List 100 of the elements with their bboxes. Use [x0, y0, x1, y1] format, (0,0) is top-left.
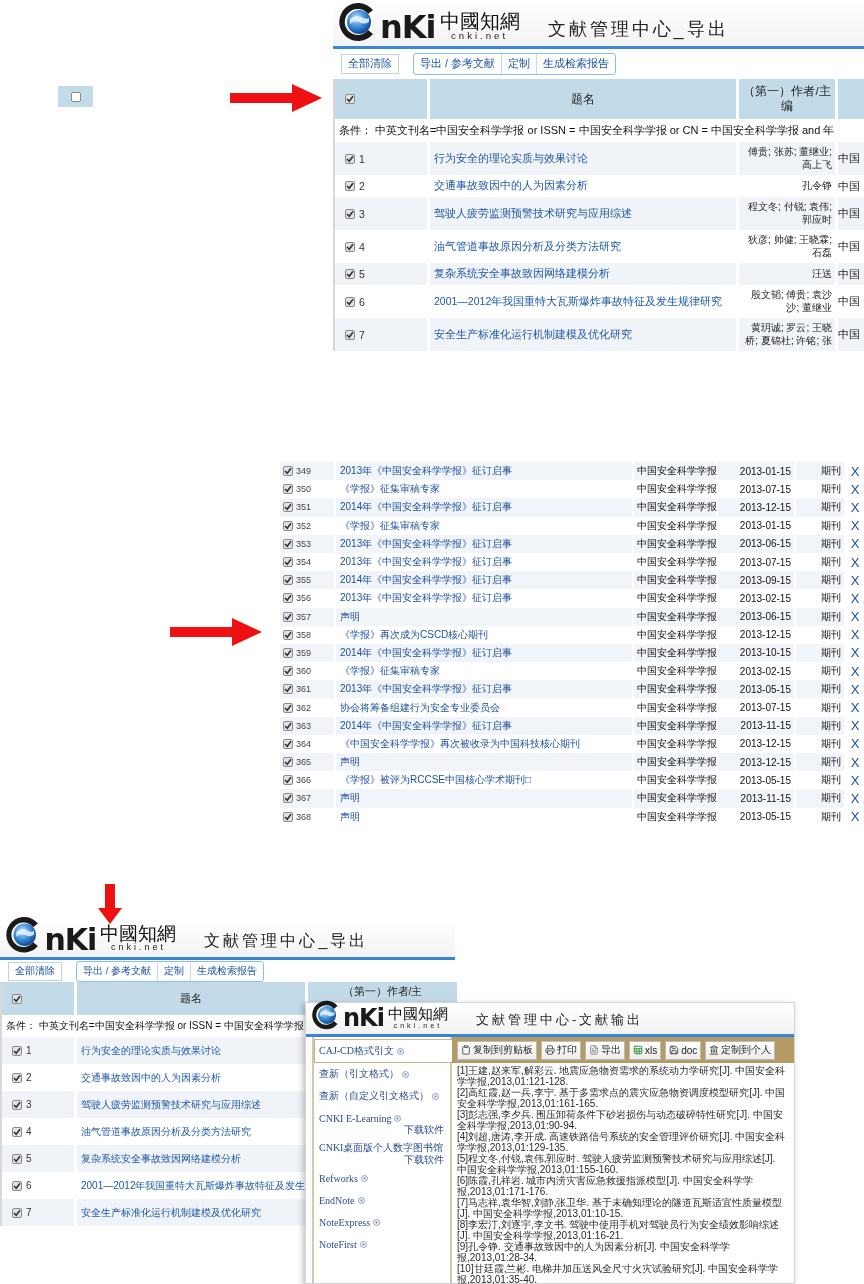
checkbox[interactable] — [283, 647, 293, 658]
row-number: 1 — [359, 152, 365, 165]
checkbox[interactable] — [345, 153, 355, 164]
delete-button[interactable]: X — [846, 498, 864, 517]
format-option[interactable]: CAJ-CD格式引文 — [314, 1039, 454, 1063]
checkbox[interactable] — [283, 775, 293, 786]
toolbar-button[interactable]: 生成检索报告 — [190, 961, 263, 981]
title-link[interactable]: 行为安全的理论实质与效果讨论 — [430, 142, 736, 175]
checkbox[interactable] — [12, 1072, 22, 1083]
reference-entry: [4]刘超,唐涛,李开成. 高速铁路信号系统的安全管理评价研究[J]. 中国安全科学学报,2013,01:129-135. — [457, 1132, 787, 1153]
checkbox[interactable] — [283, 575, 293, 586]
title-link[interactable]: 复杂系统安全事故致因网络建模分析 — [77, 1145, 305, 1172]
toolbar-button[interactable]: 复制到剪贴板 — [457, 1040, 537, 1060]
checkbox[interactable] — [345, 94, 355, 104]
title-link[interactable]: 安全生产标准化运行机制建模及优化研究 — [430, 318, 736, 351]
title-link[interactable]: 2013年《中国安全科学学报》征订启事 — [336, 680, 634, 699]
toolbar-button[interactable]: xls — [629, 1040, 662, 1060]
delete-button[interactable]: X — [846, 516, 864, 535]
checkbox[interactable] — [12, 1045, 22, 1056]
toolbar-button[interactable]: 导出 / 参考文献 — [77, 961, 158, 981]
toolbar-button[interactable]: 导出 — [585, 1040, 625, 1060]
checkbox[interactable] — [283, 666, 293, 677]
title-link[interactable]: 2013年《中国安全科学学报》征订启事 — [336, 462, 634, 481]
delete-button[interactable]: X — [846, 716, 864, 735]
title-link[interactable]: 驾驶人疲劳监测预警技术研究与应用综述 — [430, 197, 736, 230]
checkbox[interactable] — [283, 757, 293, 768]
checkbox[interactable] — [283, 738, 293, 749]
checkbox[interactable] — [283, 702, 293, 713]
clear-all-button[interactable]: 全部清除 — [8, 961, 62, 981]
checkbox[interactable] — [283, 593, 293, 604]
logo-chinese: 中國知網 — [100, 924, 177, 944]
title-link[interactable]: 声明 — [336, 753, 634, 772]
delete-button[interactable]: X — [846, 552, 864, 572]
checkbox[interactable] — [12, 1099, 22, 1110]
toolbar-button[interactable]: 打印 — [541, 1040, 581, 1060]
delete-button[interactable]: X — [846, 680, 864, 699]
page-title: 文献管理中心_导出 — [204, 931, 369, 951]
delete-button[interactable]: X — [846, 625, 864, 644]
reference-entry: [6]陈霞,孔祥岩. 城市内涝灾害应急救援指派模型[J]. 中国安全科学学报,2013,01:171-176. — [457, 1176, 754, 1197]
checkbox[interactable] — [283, 611, 293, 622]
author-cell: 傅贵; 张苏; 董继业; 高上飞 — [739, 142, 835, 175]
title-link[interactable]: 2014年《中国安全科学学报》征订启事 — [336, 571, 634, 590]
toolbar-button[interactable]: 定制 — [157, 961, 191, 981]
checkbox[interactable] — [283, 793, 293, 804]
delete-button[interactable]: X — [846, 662, 864, 681]
author-cell: 程文冬; 付锐; 袁伟; 郭应时 — [739, 197, 835, 230]
checkbox[interactable] — [345, 296, 355, 307]
checkbox[interactable] — [283, 484, 293, 495]
checkbox[interactable] — [283, 720, 293, 731]
checkbox[interactable] — [283, 520, 293, 531]
row-number: 356 — [296, 593, 312, 604]
checkbox[interactable] — [70, 91, 81, 102]
toolbar-button[interactable]: doc — [665, 1040, 702, 1060]
title-link[interactable]: 声明 — [336, 789, 634, 808]
toolbar-button[interactable]: 导出 / 参考文献 — [414, 54, 502, 74]
checkbox[interactable] — [283, 538, 293, 549]
delete-button[interactable]: X — [846, 480, 864, 499]
checkbox[interactable] — [12, 1207, 22, 1218]
checkbox[interactable] — [283, 502, 293, 513]
checkbox[interactable] — [283, 466, 293, 477]
title-link[interactable]: 安全生产标准化运行机制建模及优化研究 — [77, 1199, 305, 1226]
checkbox[interactable] — [345, 181, 355, 191]
checkbox[interactable] — [345, 241, 355, 252]
row-number: 350 — [296, 484, 312, 495]
checkbox[interactable] — [345, 269, 355, 279]
checkbox[interactable] — [283, 629, 293, 640]
delete-button[interactable]: X — [846, 589, 864, 608]
delete-button[interactable]: X — [846, 607, 864, 626]
toolbar-button[interactable]: 定制到个人 — [705, 1040, 776, 1060]
checkbox[interactable] — [283, 684, 293, 695]
delete-button[interactable]: X — [846, 571, 864, 590]
delete-button[interactable]: X — [846, 807, 864, 826]
row-number: 366 — [296, 775, 312, 786]
checkbox[interactable] — [12, 1126, 22, 1137]
title-link[interactable]: 2014年《中国安全科学学报》征订启事 — [336, 498, 634, 517]
clear-all-button[interactable]: 全部清除 — [341, 54, 399, 74]
delete-button[interactable]: X — [846, 734, 864, 753]
row-number: 3 — [359, 207, 365, 220]
checkbox[interactable] — [283, 811, 293, 822]
toolbar-button[interactable]: 定制 — [501, 54, 537, 74]
title-link[interactable]: 复杂系统安全事故致因网络建模分析 — [430, 263, 736, 285]
type-cell: 期刊 — [796, 753, 846, 772]
toolbar-button[interactable]: 生成检索报告 — [536, 54, 615, 74]
checkbox[interactable] — [345, 329, 355, 340]
delete-button[interactable]: X — [846, 698, 864, 717]
checkbox[interactable] — [12, 1180, 22, 1191]
title-link[interactable]: 驾驶人疲劳监测预警技术研究与应用综述 — [77, 1091, 305, 1118]
delete-button[interactable]: X — [846, 753, 864, 772]
delete-button[interactable]: X — [846, 534, 864, 553]
checkbox[interactable] — [12, 1153, 22, 1164]
row-number: 353 — [296, 538, 312, 549]
checkbox[interactable] — [12, 993, 22, 1004]
journal-cell: 中国安全科学学报 — [634, 789, 718, 808]
checkbox[interactable] — [283, 557, 293, 568]
delete-button[interactable]: X — [846, 789, 864, 808]
delete-button[interactable]: X — [846, 771, 864, 790]
delete-button[interactable]: X — [846, 462, 864, 481]
checkbox[interactable] — [345, 208, 355, 219]
title-link[interactable]: 行为安全的理论实质与效果讨论 — [77, 1037, 305, 1064]
delete-button[interactable]: X — [846, 643, 864, 663]
